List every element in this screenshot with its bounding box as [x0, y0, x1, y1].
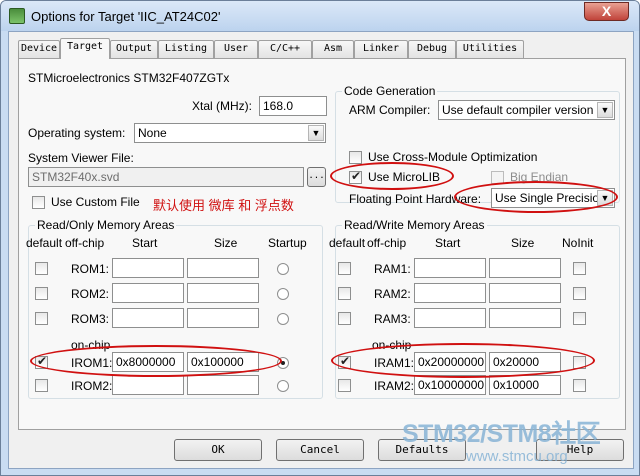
rw-row-noinit-checkbox[interactable]: [573, 262, 586, 275]
red-annotation-text: 默认使用 微库 和 浮点数: [153, 198, 294, 213]
rw-row-name: RAM3:: [374, 312, 411, 326]
rw-row-start-input[interactable]: [414, 308, 486, 328]
svd-browse-button[interactable]: ...: [307, 167, 326, 187]
os-label: Operating system:: [28, 126, 126, 140]
rw-header-size: Size: [511, 236, 535, 250]
tab-output[interactable]: Output: [110, 40, 158, 58]
tab-asm[interactable]: Asm: [312, 40, 354, 58]
compiler-value: Use default compiler version: [442, 103, 594, 117]
rw-row-default-checkbox[interactable]: [338, 262, 351, 275]
ro-row-startup-radio[interactable]: [277, 263, 289, 275]
xtal-input[interactable]: 168.0: [259, 96, 327, 116]
window-title: Options for Target 'IIC_AT24C02': [31, 9, 221, 24]
rw-row-size-input[interactable]: [489, 283, 561, 303]
ok-button[interactable]: OK: [174, 439, 262, 461]
ro-row-start-input[interactable]: [112, 283, 184, 303]
ro-header-size: Size: [214, 236, 238, 250]
rw-row-name: RAM2:: [374, 287, 411, 301]
tab-utilities[interactable]: Utilities: [456, 40, 524, 58]
rw-row-default-checkbox[interactable]: [338, 312, 351, 325]
ro-row-name: ROM1:: [71, 262, 110, 276]
tab-user[interactable]: User: [214, 40, 258, 58]
ro-row-size-input[interactable]: [187, 283, 259, 303]
svd-input[interactable]: STM32F40x.svd: [28, 167, 304, 187]
tab-linker[interactable]: Linker: [354, 40, 408, 58]
rw-row-name: IRAM2:: [374, 379, 415, 393]
watermark-logo: STM32/STM8社区: [402, 420, 601, 448]
tab-c-cpp[interactable]: C/C++: [258, 40, 312, 58]
title-bar: Options for Target 'IIC_AT24C02' X: [1, 1, 639, 31]
rw-row-default-checkbox[interactable]: [338, 379, 351, 392]
rw-row-default-checkbox[interactable]: [338, 287, 351, 300]
device-name: STMicroelectronics STM32F407ZGTx: [28, 71, 230, 85]
fp-highlight-ellipse: [454, 181, 618, 213]
dialog-client: Device Target Output Listing User C/C++ …: [8, 31, 634, 469]
cancel-button[interactable]: Cancel: [276, 439, 364, 461]
ro-row-startup-radio[interactable]: [277, 288, 289, 300]
iram1-highlight-ellipse: [331, 343, 595, 378]
os-select[interactable]: None ▼: [134, 123, 326, 143]
rw-row-start-input[interactable]: [414, 283, 486, 303]
ro-row-size-input[interactable]: [187, 308, 259, 328]
os-value: None: [138, 126, 167, 140]
ro-row-name: ROM2:: [71, 287, 110, 301]
xtal-label: Xtal (MHz):: [192, 99, 252, 113]
ro-row-start-input[interactable]: [112, 308, 184, 328]
ro-header-start: Start: [132, 236, 158, 250]
rw-header-start: Start: [435, 236, 461, 250]
microlib-highlight-ellipse: [330, 162, 454, 190]
rw-header-noinit: NoInit: [562, 236, 594, 250]
tab-listing[interactable]: Listing: [158, 40, 214, 58]
code-generation-title: Code Generation: [342, 84, 438, 98]
ro-header-offchip: off-chip: [65, 236, 105, 250]
ro-row-start-input[interactable]: [112, 375, 184, 395]
rw-row-name: RAM1:: [374, 262, 411, 276]
ro-row-size-input[interactable]: [187, 258, 259, 278]
tab-device[interactable]: Device: [18, 40, 60, 58]
ro-header-startup: Startup: [268, 236, 307, 250]
chevron-down-icon: ▼: [597, 102, 613, 118]
close-button[interactable]: X: [584, 2, 629, 21]
cross-module-checkbox[interactable]: [349, 151, 362, 164]
tab-target[interactable]: Target: [60, 38, 110, 59]
ro-row-startup-radio[interactable]: [277, 313, 289, 325]
rw-header-offchip: off-chip: [367, 236, 407, 250]
rw-row-noinit-checkbox[interactable]: [573, 287, 586, 300]
ro-row-startup-radio[interactable]: [277, 380, 289, 392]
rw-header-default: default: [329, 236, 366, 250]
ro-row-default-checkbox[interactable]: [35, 262, 48, 275]
ro-header-default: default: [26, 236, 63, 250]
ro-row-default-checkbox[interactable]: [35, 312, 48, 325]
rw-row-start-input[interactable]: [414, 258, 486, 278]
rw-row-size-input[interactable]: [489, 308, 561, 328]
rw-row-noinit-checkbox[interactable]: [573, 312, 586, 325]
ro-memory-title: Read/Only Memory Areas: [35, 218, 177, 232]
ro-row-default-checkbox[interactable]: [35, 379, 48, 392]
options-dialog: Options for Target 'IIC_AT24C02' X Devic…: [0, 0, 640, 476]
tab-debug[interactable]: Debug: [408, 40, 456, 58]
rw-row-start-input[interactable]: 0x10000000: [414, 375, 486, 395]
ro-row-start-input[interactable]: [112, 258, 184, 278]
ro-row-name: IROM2:: [71, 379, 113, 393]
compiler-label: ARM Compiler:: [349, 103, 431, 117]
watermark-url: www.stmcu.org: [466, 448, 568, 465]
ro-row-name: ROM3:: [71, 312, 110, 326]
svd-label: System Viewer File:: [28, 151, 134, 165]
compiler-select[interactable]: Use default compiler version ▼: [438, 100, 615, 120]
ro-row-size-input[interactable]: [187, 375, 259, 395]
custom-file-label: Use Custom File: [51, 195, 140, 209]
ro-row-default-checkbox[interactable]: [35, 287, 48, 300]
irom1-highlight-ellipse: [30, 345, 282, 377]
rw-row-size-input[interactable]: 0x10000: [489, 375, 561, 395]
rw-row-size-input[interactable]: [489, 258, 561, 278]
rw-memory-title: Read/Write Memory Areas: [342, 218, 487, 232]
rw-row-noinit-checkbox[interactable]: [573, 379, 586, 392]
custom-file-checkbox[interactable]: [32, 196, 45, 209]
chevron-down-icon: ▼: [308, 125, 324, 141]
app-icon: [9, 8, 25, 24]
